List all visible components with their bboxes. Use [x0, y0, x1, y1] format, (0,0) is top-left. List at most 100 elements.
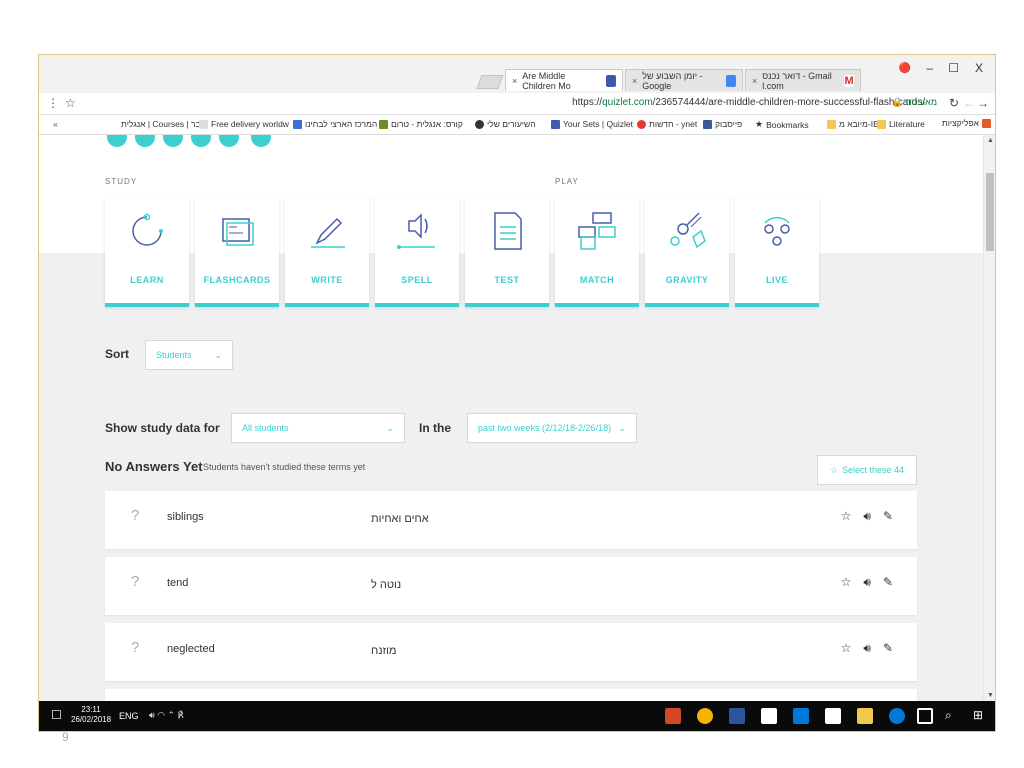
bookmark-label: אנגלית | Courses | בר: [121, 119, 201, 129]
powerpoint-icon[interactable]: [665, 708, 681, 724]
close-tab-icon[interactable]: ×: [512, 76, 517, 86]
definition-text: אחים ואחיות: [371, 513, 429, 525]
windows-taskbar: ☐ 23:11 26/02/2018 ENG 🔊︎ ◠ ⌃ ℟ ⌕ ⊞: [39, 701, 995, 731]
bookmark-item[interactable]: פייסבוק: [703, 119, 742, 129]
term-text: siblings: [167, 511, 204, 523]
star-outline-icon[interactable]: ☆: [841, 509, 852, 524]
tab-calendar[interactable]: × יומן השבוע של - Google: [625, 69, 743, 91]
url-protocol: https://: [572, 97, 603, 108]
page-scrollbar[interactable]: ▲ ▼: [983, 135, 995, 701]
students-select[interactable]: All students ⌄: [231, 413, 405, 443]
notification-icon[interactable]: ☐: [51, 708, 62, 722]
mode-match[interactable]: MATCH: [555, 197, 639, 307]
new-tab-button[interactable]: [476, 75, 504, 89]
scroll-thumb[interactable]: [986, 173, 994, 251]
edge-icon[interactable]: [889, 708, 905, 724]
progress-dot: [107, 135, 127, 147]
mode-test[interactable]: TEST: [465, 197, 549, 307]
bookmarks-more-button[interactable]: «: [53, 119, 58, 129]
progress-dot: [163, 135, 183, 147]
tab-quizlet[interactable]: × Are Middle Children Mo: [505, 69, 623, 91]
mode-label: LEARN: [130, 275, 164, 285]
sort-select[interactable]: Students ⌄: [145, 340, 233, 370]
bookmark-item[interactable]: Literature: [877, 119, 925, 129]
mode-label: FLASHCARDS: [203, 275, 271, 285]
bookmark-item[interactable]: אנגלית | Courses | בר: [121, 119, 201, 129]
media-icon[interactable]: [793, 708, 809, 724]
select-all-button[interactable]: ☆ Select these 44: [817, 455, 917, 485]
chevron-down-icon: ⌄: [618, 422, 626, 433]
edit-pencil-icon[interactable]: ✎: [883, 509, 893, 524]
bookmark-label: מיובא מ-IE: [839, 119, 879, 129]
scroll-down-arrow-icon[interactable]: ▼: [987, 692, 994, 699]
edit-pencil-icon[interactable]: ✎: [883, 575, 893, 590]
mode-flashcards[interactable]: FLASHCARDS: [195, 197, 279, 307]
star-outline-icon[interactable]: ☆: [841, 575, 852, 590]
speaker-icon[interactable]: 🔊︎: [863, 641, 871, 656]
definition-text: נוטה ל: [371, 579, 402, 591]
secure-label: מאובטח: [905, 97, 937, 107]
secure-badge[interactable]: 🔒 מאובטח: [892, 97, 937, 108]
bookmark-item[interactable]: המרכז הארצי לבחינו: [293, 119, 377, 129]
bookmark-label: פייסבוק: [715, 119, 743, 129]
no-answers-subtitle: Students haven't studied these terms yet: [203, 462, 366, 472]
apps-button[interactable]: אפליקציות: [942, 118, 991, 128]
mode-learn[interactable]: LEARN: [105, 197, 189, 307]
bookmark-item[interactable]: קורס: אנגלית - טרום: [379, 119, 463, 129]
date-range-select[interactable]: past two weeks (2/12/18-2/26/18) ⌄: [467, 413, 637, 443]
speaker-icon[interactable]: 🔊︎: [863, 575, 871, 590]
bookmark-item[interactable]: ★ Bookmarks: [755, 119, 809, 130]
browser-window: × Are Middle Children Mo × יומן השבוע של…: [38, 54, 996, 732]
mode-label: SPELL: [401, 275, 433, 285]
row-actions: ☆ 🔊︎ ✎: [841, 575, 893, 590]
menu-icon[interactable]: ⋮: [47, 96, 59, 110]
star-outline-icon[interactable]: ☆: [841, 641, 852, 656]
word-icon[interactable]: [729, 708, 745, 724]
windows-start-icon[interactable]: ⊞: [973, 708, 983, 722]
question-icon: ?: [131, 573, 140, 590]
bookmark-item[interactable]: Your Sets | Quizlet: [551, 119, 633, 129]
bookmark-item[interactable]: חדשות - ynet: [637, 119, 697, 129]
minimize-button[interactable]: –: [926, 61, 933, 75]
store-icon[interactable]: [825, 708, 841, 724]
pencil-icon: [311, 217, 345, 248]
chrome-icon[interactable]: [697, 708, 713, 724]
students-value: All students: [242, 423, 289, 433]
edit-pencil-icon[interactable]: ✎: [883, 641, 893, 656]
bookmark-label: Literature: [889, 119, 925, 129]
mode-spell[interactable]: SPELL: [375, 197, 459, 307]
mail-icon[interactable]: [761, 708, 777, 724]
play-section-label: PLAY: [555, 177, 579, 186]
scroll-up-arrow-icon[interactable]: ▲: [987, 137, 994, 144]
close-tab-icon[interactable]: ×: [752, 76, 757, 86]
language-indicator[interactable]: ENG: [119, 711, 139, 721]
profile-icon[interactable]: 🔴: [899, 63, 911, 74]
reload-icon[interactable]: ↻: [949, 96, 959, 110]
close-tab-icon[interactable]: ×: [632, 76, 637, 86]
task-view-icon[interactable]: [917, 708, 933, 724]
search-icon[interactable]: ⌕: [945, 708, 952, 723]
forward-icon[interactable]: ←: [963, 96, 975, 110]
close-window-button[interactable]: X: [975, 61, 983, 75]
maximize-button[interactable]: ☐: [948, 61, 959, 75]
url-field[interactable]: https://quizlet.com/236574444/are-middle…: [572, 97, 925, 108]
clock[interactable]: 23:11 26/02/2018: [71, 705, 111, 725]
study-data-label: Show study data for: [105, 421, 220, 435]
file-explorer-icon[interactable]: [857, 708, 873, 724]
bookmark-item[interactable]: מיובא מ-IE: [827, 119, 879, 129]
speaker-icon[interactable]: 🔊︎: [863, 509, 871, 524]
bookmark-star-icon[interactable]: ☆: [65, 96, 76, 110]
quizlet-icon: [551, 119, 560, 129]
bookmark-item[interactable]: Free delivery worldw: [199, 119, 289, 129]
url-path: /236574444/are-middle-children-more-succ…: [652, 97, 925, 108]
system-tray-icons[interactable]: 🔊︎ ◠ ⌃ ℟: [149, 710, 184, 721]
back-icon[interactable]: →: [977, 96, 989, 110]
mode-write[interactable]: WRITE: [285, 197, 369, 307]
mode-live[interactable]: LIVE: [735, 197, 819, 307]
mode-label: MATCH: [579, 275, 615, 285]
bookmark-item[interactable]: השיעורים שלי: [475, 119, 536, 129]
page-content: STUDY PLAY LEARN FLASHCARDS WRITE SPELL …: [39, 135, 983, 701]
lock-icon: 🔒: [891, 97, 904, 107]
tab-gmail[interactable]: × דואר נכנס - Gmail l.com M: [745, 69, 861, 91]
mode-gravity[interactable]: GRAVITY: [645, 197, 729, 307]
